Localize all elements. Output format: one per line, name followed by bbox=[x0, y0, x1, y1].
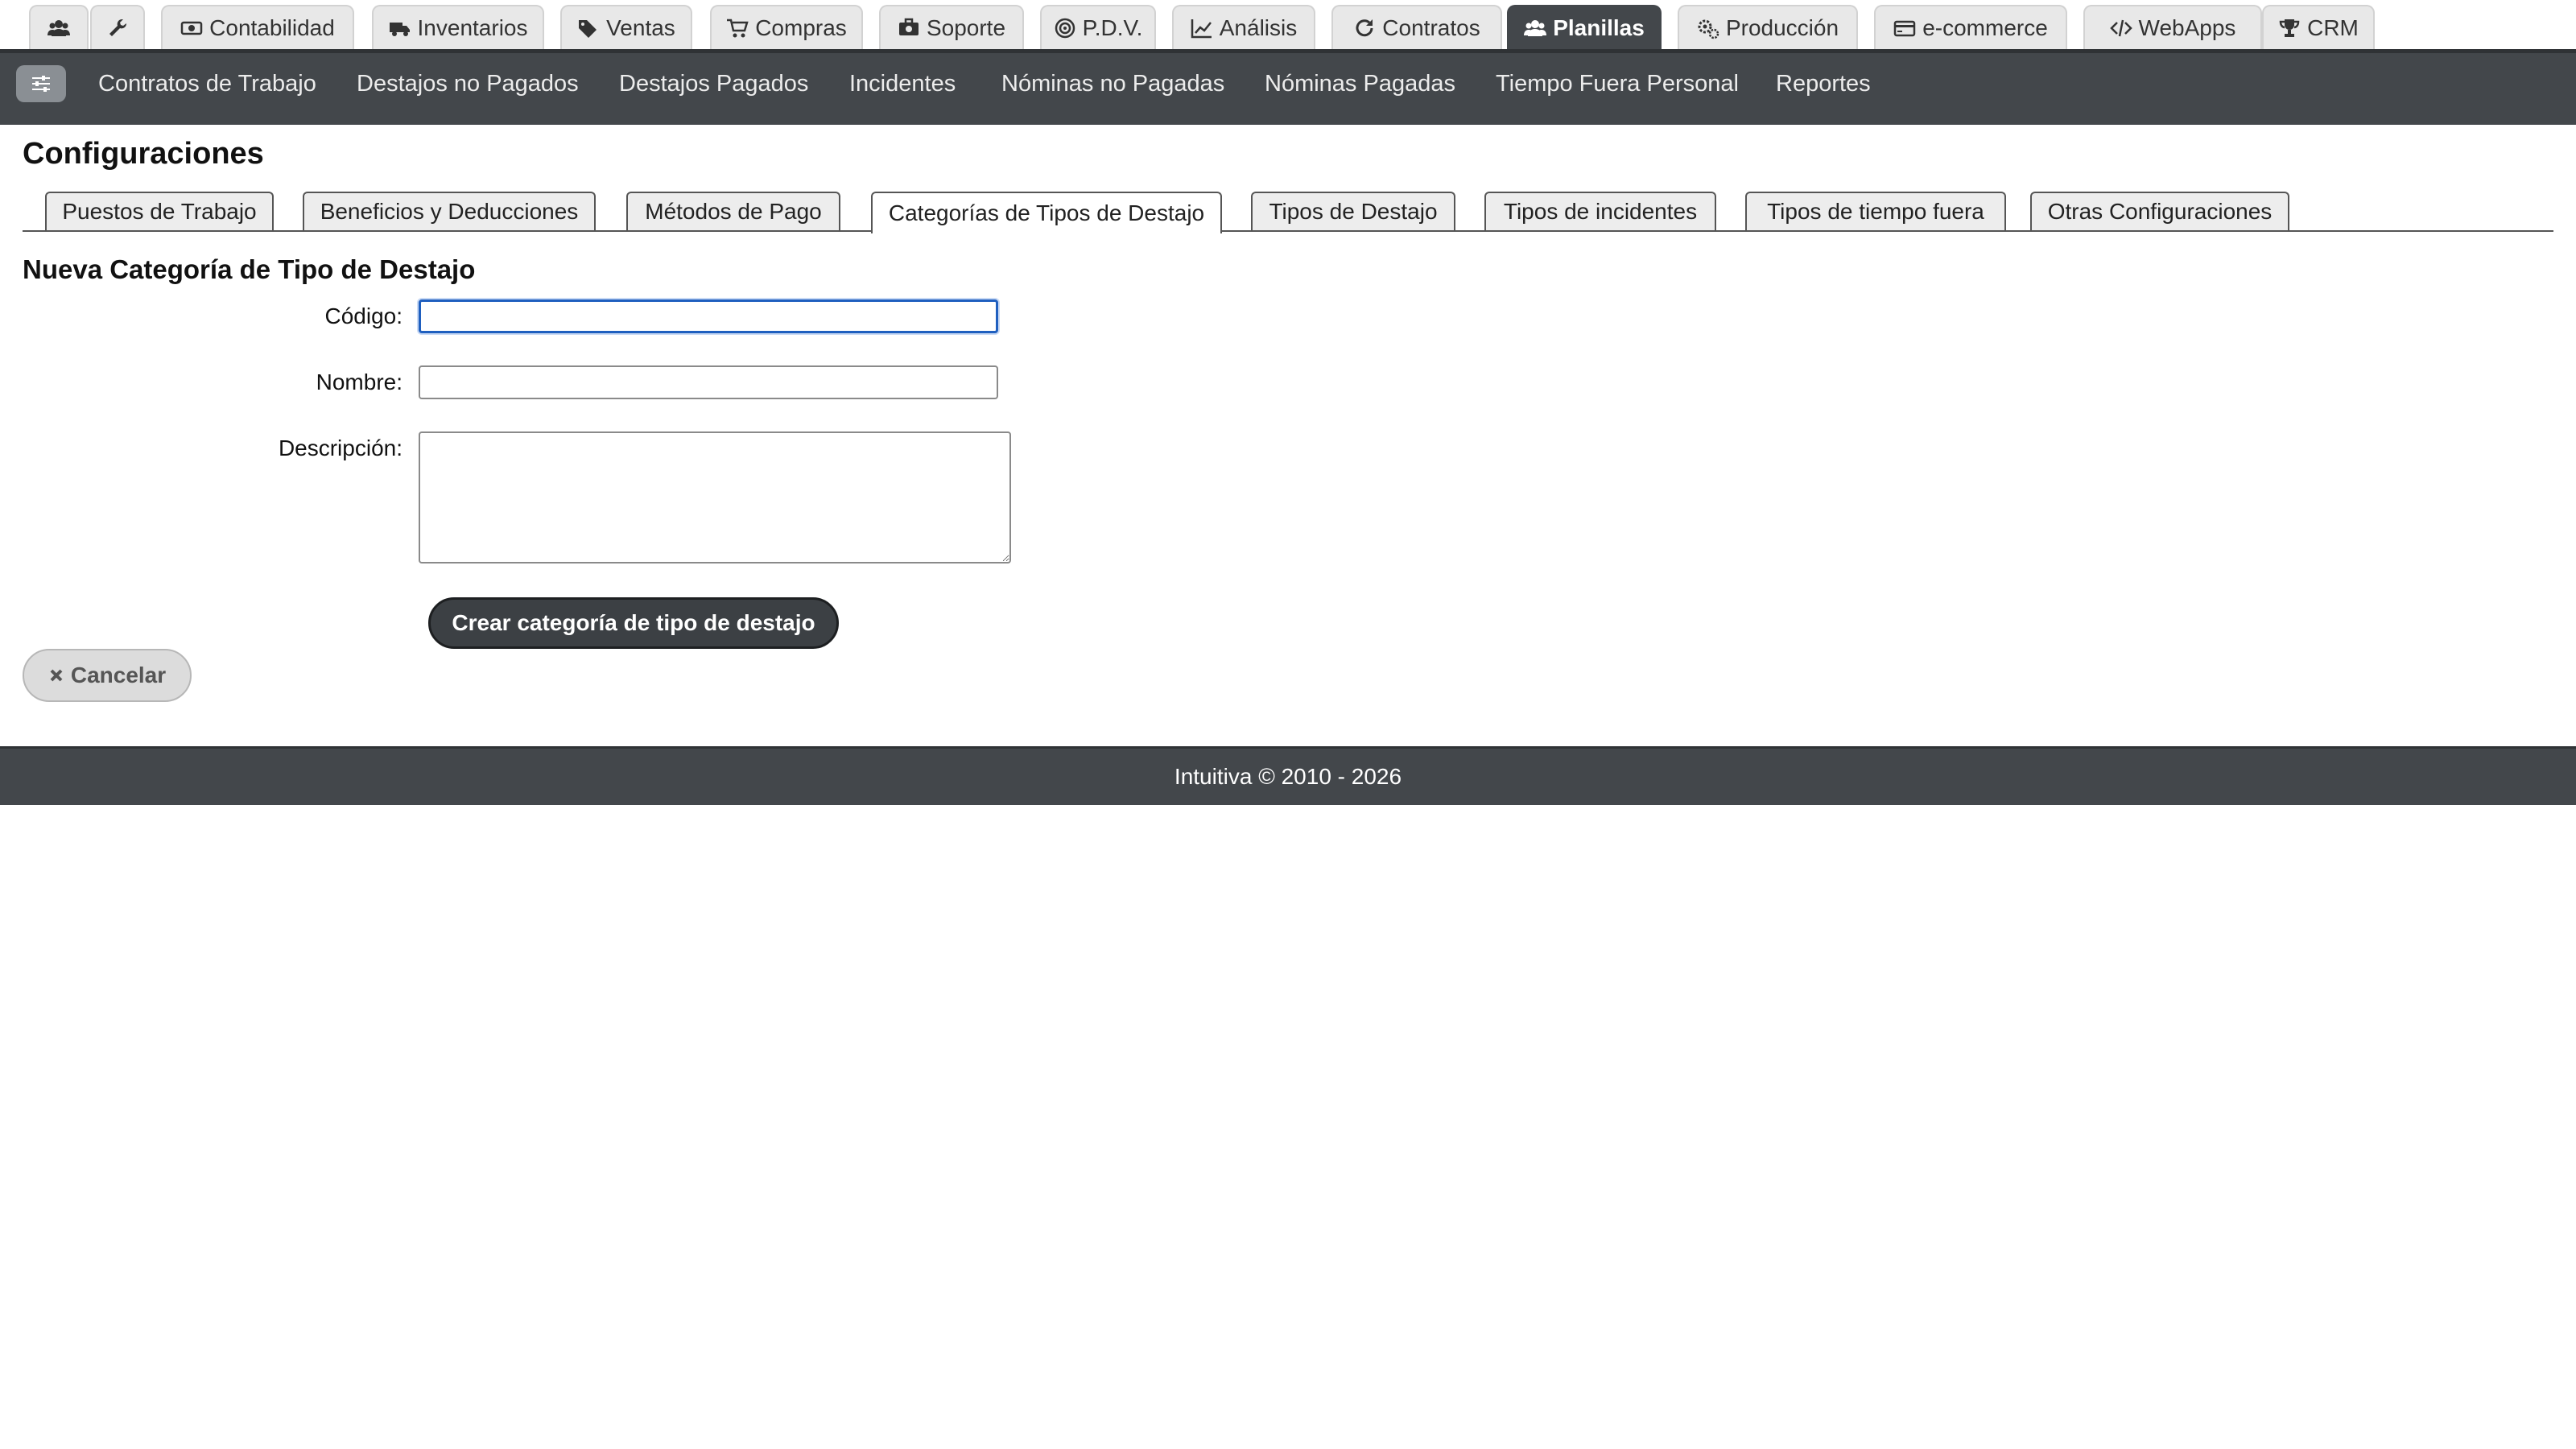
close-icon bbox=[50, 669, 63, 682]
module-tab-planillas[interactable]: Planillas bbox=[1507, 5, 1662, 49]
module-label-soporte: Soporte bbox=[926, 14, 1006, 40]
tabs-divider bbox=[23, 230, 2553, 232]
tab-tipos-de-incidentes[interactable]: Tipos de incidentes bbox=[1484, 192, 1716, 230]
descripcion-label: Descripción: bbox=[278, 436, 402, 460]
module-label-compras: Compras bbox=[755, 14, 847, 40]
module-label-contabilidad: Contabilidad bbox=[209, 14, 335, 40]
submenu-reportes[interactable]: Reportes bbox=[1776, 71, 1871, 97]
form-title: Nueva Categoría de Tipo de Destajo bbox=[23, 254, 476, 284]
module-tab-produccion[interactable]: Producción bbox=[1678, 5, 1858, 49]
cancel-button-label: Cancelar bbox=[70, 663, 167, 687]
footer: Intuitiva © 2010 - 2026 bbox=[0, 746, 2576, 805]
submenu-destajos-no-pagados[interactable]: Destajos no Pagados bbox=[357, 71, 579, 97]
module-label-contratos: Contratos bbox=[1382, 14, 1480, 40]
tab-tipos-de-destajo[interactable]: Tipos de Destajo bbox=[1251, 192, 1455, 230]
module-tab-soporte[interactable]: Soporte bbox=[879, 5, 1024, 49]
module-tab-crm[interactable]: CRM bbox=[2262, 5, 2375, 49]
module-label-ventas: Ventas bbox=[606, 14, 675, 40]
page-title: Configuraciones bbox=[23, 137, 264, 171]
chart-line-icon bbox=[1191, 19, 1212, 38]
submenu-bar: Contratos de Trabajo Destajos no Pagados… bbox=[0, 49, 2576, 125]
module-tab-ecommerce[interactable]: e-commerce bbox=[1874, 5, 2067, 49]
descripcion-textarea[interactable] bbox=[419, 431, 1011, 564]
nombre-label: Nombre: bbox=[316, 369, 402, 394]
module-tab-compras[interactable]: Compras bbox=[710, 5, 863, 49]
submenu-incidentes[interactable]: Incidentes bbox=[849, 71, 956, 97]
sliders-icon bbox=[32, 76, 50, 92]
module-tab-home[interactable] bbox=[29, 5, 89, 49]
refresh-icon bbox=[1356, 19, 1373, 36]
module-label-crm: CRM bbox=[2307, 14, 2359, 40]
users-icon bbox=[1524, 19, 1547, 36]
tab-puestos-de-trabajo[interactable]: Puestos de Trabajo bbox=[45, 192, 274, 230]
codigo-label: Código: bbox=[324, 303, 402, 328]
module-label-webapps: WebApps bbox=[2138, 14, 2236, 40]
gears-icon bbox=[1698, 19, 1719, 39]
tags-icon bbox=[579, 19, 597, 38]
module-tab-contratos[interactable]: Contratos bbox=[1331, 5, 1502, 49]
module-label-planillas: Planillas bbox=[1553, 14, 1645, 40]
support-icon bbox=[898, 18, 919, 35]
sliders-toggle-button[interactable] bbox=[16, 65, 66, 102]
credit-card-icon bbox=[1893, 20, 1916, 36]
submenu-destajos-pagados[interactable]: Destajos Pagados bbox=[619, 71, 808, 97]
submenu-contratos-de-trabajo[interactable]: Contratos de Trabajo bbox=[98, 71, 316, 97]
cancel-button[interactable]: Cancelar bbox=[23, 649, 192, 702]
module-label-inventarios: Inventarios bbox=[417, 14, 528, 40]
submenu-nominas-no-pagadas[interactable]: Nóminas no Pagadas bbox=[1001, 71, 1224, 97]
cart-icon bbox=[727, 19, 749, 37]
tab-otras-configuraciones[interactable]: Otras Configuraciones bbox=[2030, 192, 2289, 230]
module-tab-pdv[interactable]: P.D.V. bbox=[1040, 5, 1156, 49]
module-tab-contabilidad[interactable]: Contabilidad bbox=[161, 5, 354, 49]
tab-beneficios-y-deducciones[interactable]: Beneficios y Deducciones bbox=[303, 192, 596, 230]
module-tab-ventas[interactable]: Ventas bbox=[560, 5, 692, 49]
module-label-ecommerce: e-commerce bbox=[1922, 14, 2048, 40]
tab-metodos-de-pago[interactable]: Métodos de Pago bbox=[626, 192, 840, 230]
tab-categorias-de-tipos-de-destajo[interactable]: Categorías de Tipos de Destajo bbox=[871, 192, 1222, 233]
target-icon bbox=[1055, 18, 1075, 38]
truck-icon bbox=[389, 22, 410, 36]
module-tab-analisis[interactable]: Análisis bbox=[1172, 5, 1315, 49]
trophy-icon bbox=[2279, 19, 2300, 37]
nombre-input[interactable] bbox=[419, 365, 998, 399]
module-label-pdv: P.D.V. bbox=[1082, 14, 1143, 40]
money-icon bbox=[180, 21, 203, 35]
module-bar: Contabilidad Inventarios Ventas Compras … bbox=[0, 0, 2576, 49]
submenu-nominas-pagadas[interactable]: Nóminas Pagadas bbox=[1265, 71, 1455, 97]
footer-copyright: Intuitiva © 2010 - 2026 bbox=[1174, 764, 1402, 789]
module-tab-tools[interactable] bbox=[90, 5, 145, 49]
wrench-icon bbox=[109, 19, 127, 36]
create-category-button[interactable]: Crear categoría de tipo de destajo bbox=[428, 597, 839, 649]
code-icon bbox=[2109, 19, 2132, 36]
module-tab-inventarios[interactable]: Inventarios bbox=[372, 5, 544, 49]
tab-tipos-de-tiempo-fuera[interactable]: Tipos de tiempo fuera bbox=[1745, 192, 2006, 230]
users-icon bbox=[47, 19, 70, 36]
module-label-analisis: Análisis bbox=[1219, 14, 1298, 40]
submenu-tiempo-fuera-personal[interactable]: Tiempo Fuera Personal bbox=[1496, 71, 1739, 97]
codigo-input[interactable] bbox=[419, 299, 998, 333]
module-label-produccion: Producción bbox=[1725, 14, 1839, 40]
module-tab-webapps[interactable]: WebApps bbox=[2083, 5, 2262, 49]
